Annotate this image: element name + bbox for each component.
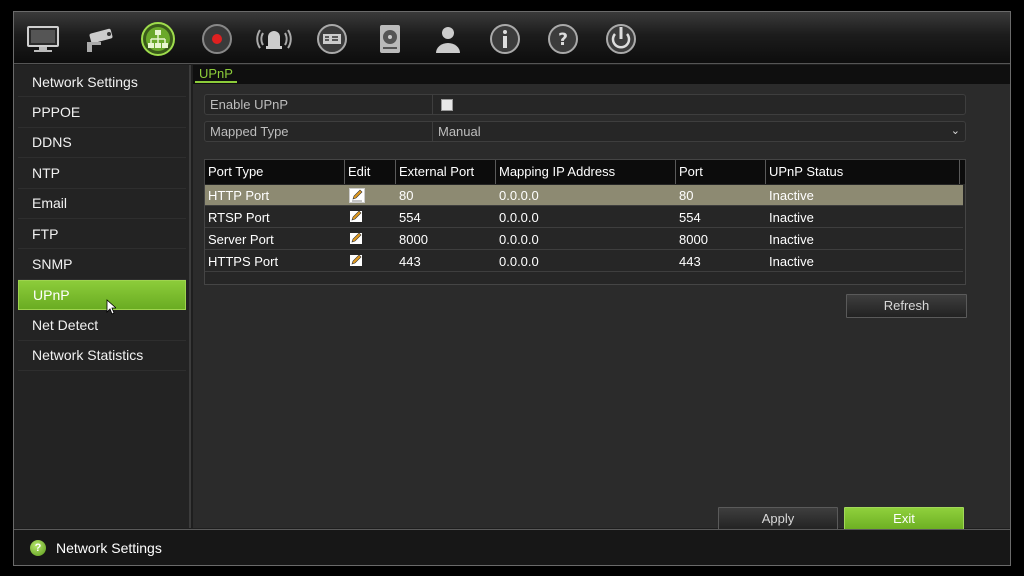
cell-port: 8000 [679,232,708,247]
cell-external-port: 443 [399,254,421,269]
network-icon[interactable] [138,20,178,58]
record-icon[interactable] [197,20,237,58]
col-edit: Edit [345,160,396,184]
device-icon[interactable] [312,20,352,58]
table-row[interactable]: HTTPS Port 443 0.0.0.0 443 Inactive [205,251,963,272]
chevron-down-icon: ⌄ [950,125,960,137]
mouse-cursor-icon [106,299,116,315]
sidebar-item-ntp[interactable]: NTP [18,158,186,189]
table-row[interactable]: Server Port 8000 0.0.0.0 8000 Inactive [205,229,963,250]
edit-icon[interactable] [349,254,365,269]
help-icon[interactable]: ? [543,20,583,58]
status-text: Network Settings [56,540,162,556]
sidebar-item-pppoe[interactable]: PPPOE [18,97,186,128]
cell-external-port: 80 [399,188,414,203]
mapped-type-row: Mapped Type Manual ⌄ [204,121,966,142]
cell-port: 443 [679,254,701,269]
cell-status: Inactive [769,232,814,247]
col-port-type: Port Type [205,160,345,184]
col-upnp-status: UPnP Status [766,160,960,184]
edit-icon[interactable] [349,232,365,247]
cell-external-port: 554 [399,210,421,225]
alarm-icon[interactable] [254,20,294,58]
cell-status: Inactive [769,254,814,269]
mapped-type-label: Mapped Type [205,122,433,141]
tab-bar: UPnP [193,65,1010,84]
col-port: Port [676,160,766,184]
tab-upnp[interactable]: UPnP [195,66,237,83]
camera-icon[interactable] [81,20,121,58]
mapped-type-select[interactable]: Manual ⌄ [438,122,964,141]
sidebar-item-email[interactable]: Email [18,189,186,219]
cell-mapping-ip: 0.0.0.0 [499,210,539,225]
sidebar-item-network-statistics[interactable]: Network Statistics [18,341,186,371]
enable-upnp-label: Enable UPnP [205,95,433,114]
svg-text:?: ? [558,30,568,50]
cell-mapping-ip: 0.0.0.0 [499,188,539,203]
port-mapping-table: Port Type Edit External Port Mapping IP … [204,159,966,285]
apply-button[interactable]: Apply [718,507,838,531]
cell-mapping-ip: 0.0.0.0 [499,254,539,269]
enable-upnp-row: Enable UPnP [204,94,966,115]
exit-button[interactable]: Exit [844,507,964,531]
sidebar: Network Settings PPPOE DDNS NTP Email FT… [14,65,191,528]
hdd-icon[interactable] [370,20,410,58]
cell-external-port: 8000 [399,232,428,247]
sidebar-item-net-detect[interactable]: Net Detect [18,310,186,341]
cell-port-type: Server Port [208,232,274,247]
main-toolbar: ? [14,12,1010,64]
table-row[interactable]: HTTP Port 80 0.0.0.0 80 Inactive [205,185,963,206]
monitor-icon[interactable] [23,20,63,58]
cell-port-type: HTTP Port [208,188,270,203]
app-window: ? Network Settings PPPOE DDNS NTP Email … [13,11,1011,566]
help-icon: ? [30,540,46,556]
cell-port-type: HTTPS Port [208,254,279,269]
status-bar: ? Network Settings [14,529,1010,565]
cell-status: Inactive [769,210,814,225]
table-header: Port Type Edit External Port Mapping IP … [205,160,965,184]
sidebar-item-snmp[interactable]: SNMP [18,249,186,280]
main-panel: UPnP Enable UPnP Mapped Type Manual ⌄ Po… [193,65,1010,531]
info-icon[interactable] [485,20,525,58]
refresh-button[interactable]: Refresh [846,294,967,318]
sidebar-item-ftp[interactable]: FTP [18,219,186,250]
edit-icon[interactable] [349,188,365,203]
cell-port: 554 [679,210,701,225]
col-mapping-ip: Mapping IP Address [496,160,676,184]
sidebar-item-network-settings[interactable]: Network Settings [18,67,186,98]
sidebar-item-upnp[interactable]: UPnP [18,279,186,311]
cell-port-type: RTSP Port [208,210,270,225]
col-external-port: External Port [396,160,496,184]
sidebar-item-ddns[interactable]: DDNS [18,128,186,159]
table-row[interactable]: RTSP Port 554 0.0.0.0 554 Inactive [205,207,963,228]
cell-mapping-ip: 0.0.0.0 [499,232,539,247]
cell-status: Inactive [769,188,814,203]
enable-upnp-checkbox[interactable] [441,99,453,111]
mapped-type-value: Manual [438,124,481,139]
cell-port: 80 [679,188,694,203]
power-icon[interactable] [601,20,641,58]
user-icon[interactable] [428,20,468,58]
edit-icon[interactable] [349,210,365,225]
